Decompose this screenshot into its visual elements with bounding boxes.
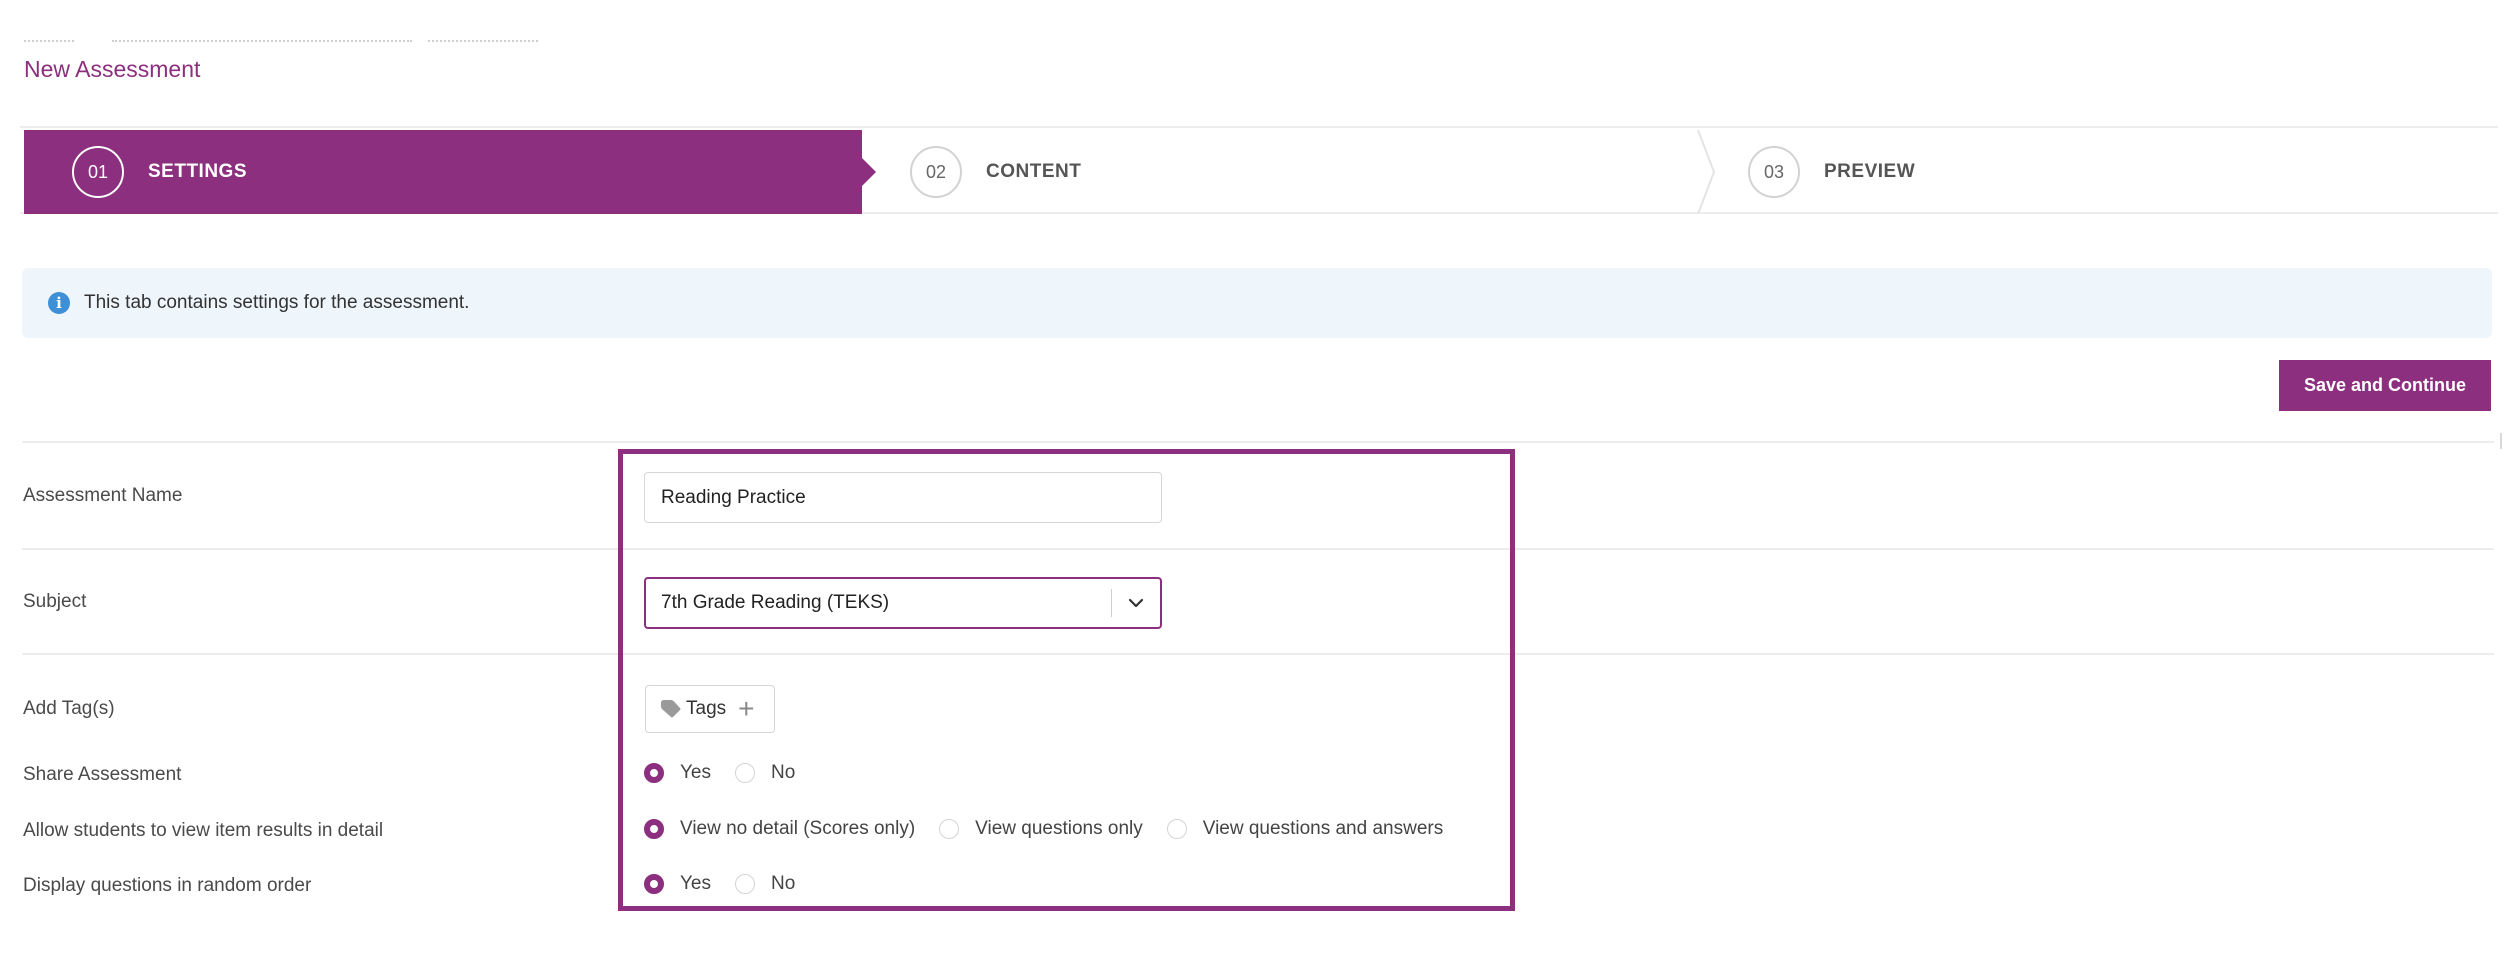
view-no-detail-radio[interactable] [644, 819, 664, 839]
item-results-label: Allow students to view item results in d… [23, 820, 384, 841]
item-results-radio-group: View no detail (Scores only) View questi… [644, 814, 1443, 844]
subject-label: Subject [23, 591, 87, 612]
chevron-down-icon[interactable] [1112, 598, 1160, 608]
random-no-radio[interactable] [735, 874, 755, 894]
step-settings[interactable]: 01 SETTINGS [24, 130, 876, 214]
random-order-radio-group: Yes No [644, 869, 795, 899]
subject-select[interactable]: 7th Grade Reading (TEKS) [644, 577, 1162, 629]
divider [22, 548, 2494, 550]
divider [22, 653, 2494, 655]
divider [22, 441, 2494, 443]
breadcrumb-placeholder [24, 40, 74, 42]
radio-label: No [771, 873, 796, 894]
stepper: 01 SETTINGS 02 CONTENT 03 PREVIEW [20, 126, 2498, 214]
save-and-continue-button[interactable]: Save and Continue [2279, 360, 2491, 411]
info-icon: i [48, 292, 70, 314]
radio-label: View questions only [975, 818, 1143, 839]
random-order-label: Display questions in random order [23, 875, 312, 896]
random-yes-radio[interactable] [644, 874, 664, 894]
share-assessment-label: Share Assessment [23, 764, 182, 785]
breadcrumb-placeholder [112, 40, 412, 42]
info-text: This tab contains settings for the asses… [84, 292, 470, 313]
step-preview[interactable]: 03 PREVIEW [1700, 130, 2498, 214]
assessment-name-label: Assessment Name [23, 485, 183, 506]
radio-label: View no detail (Scores only) [680, 818, 916, 839]
radio-label: Yes [680, 762, 711, 783]
step-label: SETTINGS [148, 161, 248, 182]
step-content[interactable]: 02 CONTENT [862, 130, 1700, 214]
step-number: 03 [1748, 146, 1800, 198]
view-questions-and-answers-radio[interactable] [1166, 819, 1187, 839]
tag-icon [661, 700, 681, 718]
radio-label: View questions and answers [1202, 818, 1444, 839]
step-label: PREVIEW [1824, 161, 1916, 182]
subject-select-value: 7th Grade Reading (TEKS) [661, 592, 890, 613]
plus-icon: + [738, 693, 755, 724]
assessment-name-input[interactable] [644, 472, 1162, 523]
add-tags-button[interactable]: Tags + [645, 685, 775, 733]
add-tags-label: Add Tag(s) [23, 698, 115, 719]
step-number: 01 [72, 146, 124, 198]
share-yes-radio[interactable] [644, 763, 664, 783]
breadcrumb-placeholder [428, 40, 538, 42]
info-banner: i This tab contains settings for the ass… [22, 268, 2492, 338]
step-label: CONTENT [986, 161, 1082, 182]
radio-label: No [771, 762, 796, 783]
radio-label: Yes [680, 873, 711, 894]
view-questions-only-radio[interactable] [939, 819, 960, 839]
share-assessment-radio-group: Yes No [644, 758, 795, 788]
share-no-radio[interactable] [735, 763, 755, 783]
page-title: New Assessment [24, 56, 201, 82]
tags-button-label: Tags [686, 698, 727, 719]
step-number: 02 [910, 146, 962, 198]
scrollbar-indicator [2500, 433, 2502, 449]
